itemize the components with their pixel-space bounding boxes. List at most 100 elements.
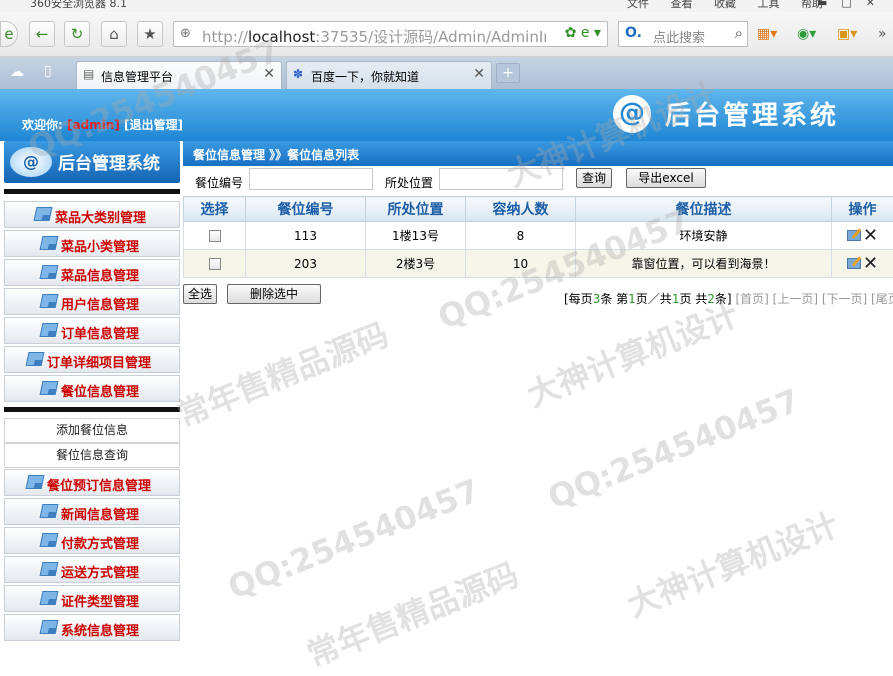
folder-icon <box>40 236 59 250</box>
row-checkbox[interactable] <box>209 230 221 242</box>
sidebar-item-dish-category[interactable]: 菜品大类别管理 <box>4 201 180 228</box>
header-select: 选择 <box>184 197 246 222</box>
sidebar-item-user-info[interactable]: 用户信息管理 <box>4 288 180 315</box>
sidebar-item-seat-reservation[interactable]: 餐位预订信息管理 <box>4 469 180 496</box>
sidebar-item-order-info[interactable]: 订单信息管理 <box>4 317 180 344</box>
edit-icon[interactable] <box>847 258 861 269</box>
sidebar-item-dish-subcategory[interactable]: 菜品小类管理 <box>4 230 180 257</box>
header-description[interactable]: 餐位描述 <box>576 197 832 222</box>
pager-text: [每页 <box>564 292 593 306</box>
window-controls[interactable]: ▬□✕ <box>817 0 889 9</box>
table-row: 203 2楼3号 10 靠窗位置，可以看到海景！ ✕ <box>184 250 893 278</box>
folder-icon <box>40 323 59 337</box>
seat-number-label: 餐位编号 <box>195 174 243 191</box>
location-label: 所处位置 <box>385 174 433 191</box>
sidebar-item-label: 菜品小类管理 <box>61 236 139 255</box>
close-icon[interactable]: ✕ <box>263 66 275 82</box>
new-tab-button[interactable]: + <box>496 63 520 83</box>
menu-file[interactable]: 文件 <box>627 0 649 10</box>
header-location[interactable]: 所处位置 <box>366 197 466 222</box>
export-excel-button[interactable]: 导出excel <box>626 168 706 188</box>
sidebar-item-label: 用户信息管理 <box>61 294 139 313</box>
page-icon: ▤ <box>83 67 94 81</box>
address-compat-icon[interactable]: ✿ e ▾ <box>565 25 601 41</box>
query-button[interactable]: 查询 <box>576 168 612 188</box>
sidebar-item-label: 订单信息管理 <box>61 323 139 342</box>
cell-actions: ✕ <box>832 222 893 250</box>
sidebar-item-payment[interactable]: 付款方式管理 <box>4 527 180 554</box>
cloud-icon[interactable]: ☁ <box>10 64 24 80</box>
menu-favorites[interactable]: 收藏 <box>714 0 736 10</box>
edit-icon[interactable] <box>847 230 861 241</box>
location-input[interactable] <box>439 168 563 190</box>
search-icon[interactable]: ⌕ <box>735 24 743 42</box>
sidebar-logo-icon: @ <box>10 147 52 177</box>
sidebar-logo-text: 后台管理系统 <box>58 149 160 174</box>
pager-text: 页／共 <box>636 292 672 306</box>
cell-location: 1楼13号 <box>366 222 466 250</box>
search-placeholder: 点此搜索 <box>653 27 705 46</box>
pager-last[interactable]: [尾页] <box>871 292 893 306</box>
cell-location: 2楼3号 <box>366 250 466 278</box>
sidebar-item-label: 菜品大类别管理 <box>55 207 146 226</box>
breadcrumb: 餐位信息管理 》》餐位信息列表 <box>193 146 359 163</box>
refresh-button[interactable]: ↻ <box>64 21 90 47</box>
browser-tabbar: ☁ ▯ ▤ 信息管理平台 ✕ ✽ 百度一下，你就知道 ✕ <box>0 57 893 89</box>
tab-admin-platform[interactable]: ▤ 信息管理平台 ✕ <box>76 61 282 89</box>
cell-capacity: 10 <box>466 250 576 278</box>
logout-link[interactable]: [退出管理] <box>124 118 183 132</box>
submenu-query-seat[interactable]: 餐位信息查询 <box>4 443 180 468</box>
back-button[interactable]: ← <box>29 21 55 47</box>
pager-next[interactable]: [下一页] <box>822 292 867 306</box>
pager-prev[interactable]: [上一页] <box>773 292 818 306</box>
delete-selected-button[interactable]: 删除选中 <box>227 284 321 304</box>
menu-view[interactable]: 查看 <box>671 0 693 10</box>
browser-search-box[interactable]: O. 点此搜索 ⌕ <box>618 21 748 47</box>
apps-grid-icon[interactable]: ▦▾ <box>757 26 777 42</box>
cell-description: 靠窗位置，可以看到海景！ <box>576 250 832 278</box>
table-row: 113 1楼13号 8 环境安静 ✕ <box>184 222 893 250</box>
sidebar-item-seat-info[interactable]: 餐位信息管理 <box>4 375 180 402</box>
folder-icon <box>40 562 59 576</box>
pager-first[interactable]: [首页] <box>735 292 768 306</box>
folder-icon <box>40 620 59 634</box>
sidebar-item-id-type[interactable]: 证件类型管理 <box>4 585 180 612</box>
delete-icon[interactable]: ✕ <box>863 229 878 243</box>
sidebar-item-dish-info[interactable]: 菜品信息管理 <box>4 259 180 286</box>
select-all-button[interactable]: 全选 <box>183 284 217 304</box>
security-guard-icon[interactable]: ◉▾ <box>797 26 816 42</box>
close-icon[interactable]: ✕ <box>473 66 485 82</box>
sidebar-logo: @ 后台管理系统 <box>4 141 180 183</box>
folder-icon <box>34 207 53 221</box>
tab-list-icon[interactable]: ▯ <box>44 63 52 79</box>
tab-baidu[interactable]: ✽ 百度一下，你就知道 ✕ <box>286 61 492 89</box>
breadcrumb-bar: 餐位信息管理 》》餐位信息列表 <box>183 141 893 166</box>
search-engine-icon[interactable]: O. <box>625 25 642 41</box>
browser-menu-bar: 文件 查看 收藏 工具 帮助 <box>609 0 823 11</box>
pager-current-page: 1 <box>628 292 636 306</box>
more-chevron-icon[interactable]: » <box>878 26 887 42</box>
sidebar-item-system-info[interactable]: 系统信息管理 <box>4 614 180 641</box>
browser-titlebar: 360安全浏览器 8.1 文件 查看 收藏 工具 帮助 ▬□✕ <box>0 0 893 12</box>
header-capacity[interactable]: 容纳人数 <box>466 197 576 222</box>
favorite-star-button[interactable]: ★ <box>137 21 163 47</box>
table-header-row: 选择 餐位编号 所处位置 容纳人数 餐位描述 操作 <box>184 197 893 222</box>
pager: [每页3条 第1页／共1页 共2条] [首页] [上一页] [下一页] [尾页] <box>564 290 893 307</box>
address-bar[interactable]: ⊕ http://localhost:37535/设计源码/Admin/Admi… <box>173 21 608 47</box>
sidebar-item-order-detail[interactable]: 订单详细项目管理 <box>4 346 180 373</box>
home-button[interactable]: ⌂ <box>101 21 127 47</box>
header-seat-number[interactable]: 餐位编号 <box>246 197 366 222</box>
logo-at-icon: @ <box>613 95 651 133</box>
sidebar-item-shipping[interactable]: 运送方式管理 <box>4 556 180 583</box>
sidebar-item-label: 餐位信息管理 <box>61 381 139 400</box>
security-shield-icon: ⊕ <box>180 26 191 41</box>
menu-tools[interactable]: 工具 <box>758 0 780 10</box>
delete-icon[interactable]: ✕ <box>863 257 878 271</box>
welcome-text: 欢迎你: [admin] [退出管理] <box>22 116 183 133</box>
row-checkbox[interactable] <box>209 258 221 270</box>
submenu-add-seat[interactable]: 添加餐位信息 <box>4 418 180 443</box>
sidebar-item-news[interactable]: 新闻信息管理 <box>4 498 180 525</box>
pager-text: 条 第 <box>600 292 628 306</box>
extension-icon[interactable]: ▣▾ <box>837 26 857 42</box>
seat-number-input[interactable] <box>249 168 373 190</box>
